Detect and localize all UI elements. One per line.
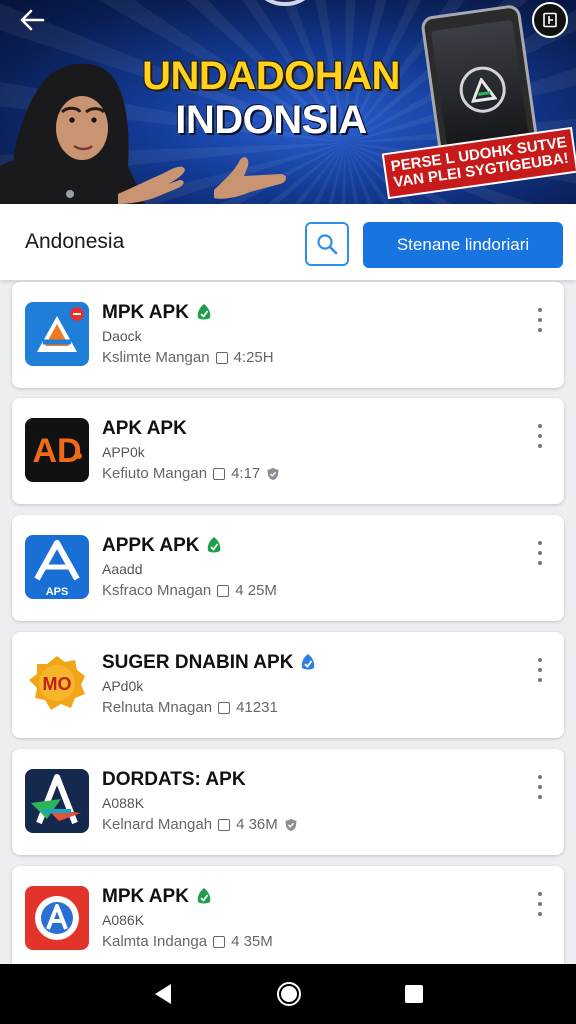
more-options-icon[interactable] [534, 424, 546, 448]
app-subtitle: A088K [102, 795, 145, 811]
app-name-text: APK APK [102, 418, 187, 439]
app-icon-a-circle [25, 886, 89, 950]
app-list-item[interactable]: MO SUGER DNABIN APK APd0k Relnuta Mnagan… [12, 632, 564, 738]
app-list-item[interactable]: DORDATS: APK A088K Kelnard Mangah 4 36M [12, 749, 564, 855]
app-developer: Kelnard Mangah [102, 816, 213, 833]
system-nav-bar [0, 964, 576, 1024]
svg-text:AD: AD [32, 432, 81, 470]
app-subtitle: APP0k [102, 444, 145, 460]
app-size: 4 36M [236, 816, 278, 833]
app-name-text: SUGER DNABIN APK [102, 652, 294, 673]
app-size: 4:25H [233, 349, 274, 366]
phone-logo-icon [456, 63, 509, 116]
more-options-icon[interactable] [534, 775, 546, 799]
app-name-text: DORDATS: APK [102, 769, 246, 790]
app-title: APK APK [102, 418, 187, 440]
exit-icon [543, 12, 557, 28]
back-arrow-icon [20, 9, 45, 31]
size-box-icon [218, 701, 231, 714]
app-size: 4 35M [231, 933, 273, 950]
app-name-text: MPK APK [102, 886, 189, 907]
app-meta: Kelnard Mangah 4 36M [102, 816, 298, 833]
app-icon-mo: MO [25, 652, 89, 716]
app-list-item[interactable]: MPK APK A086K Kalmta Indanga 4 35M [12, 866, 564, 972]
app-list-item[interactable]: APS APPK APK Aaadd Ksfraco Mnagan 4 25M [12, 515, 564, 621]
nav-back-icon[interactable] [151, 982, 175, 1006]
search-button[interactable] [305, 222, 349, 266]
size-box-icon [213, 935, 226, 948]
app-list-item[interactable]: AD APK APK APP0k Kefiuto Mangan 4:17 [12, 398, 564, 504]
hero-banner: UNDADOHAN INDONSIA PERSE L UDOHK SUTVE V… [0, 0, 576, 204]
more-options-icon[interactable] [534, 541, 546, 565]
app-title: APPK APK [102, 535, 223, 557]
app-title: MPK APK [102, 886, 213, 908]
app-meta: Ksfraco Mnagan 4 25M [102, 582, 277, 599]
nav-home-icon[interactable] [276, 981, 302, 1007]
app-subtitle: Daock [102, 328, 142, 344]
banner-headline: UNDADOHAN INDONSIA [126, 56, 416, 140]
app-icon-ad: AD [25, 418, 89, 482]
hand-left-image [118, 166, 185, 204]
app-icon-aps: APS [25, 535, 89, 599]
app-subtitle: A086K [102, 912, 145, 928]
app-developer: Relnuta Mnagan [102, 699, 213, 716]
app-subtitle: Aaadd [102, 561, 143, 577]
verified-leaf-icon [208, 537, 221, 553]
app-title: SUGER DNABIN APK [102, 652, 317, 674]
back-button[interactable] [14, 6, 50, 34]
app-name-text: APPK APK [102, 535, 200, 556]
hand-right-image [214, 157, 286, 199]
app-size: 41231 [236, 699, 278, 716]
primary-action-button[interactable]: Stenane lindoriari [363, 222, 563, 268]
page-title: Andonesia [25, 230, 125, 253]
headline-line2: INDONSIA [175, 98, 367, 142]
app-developer: Ksfraco Mnagan [102, 582, 212, 599]
headline-line1: UNDADOHAN [142, 54, 400, 98]
search-icon [317, 234, 338, 255]
app-icon-dordats [25, 769, 89, 833]
app-name-text: MPK APK [102, 302, 189, 323]
size-box-icon [218, 818, 231, 831]
more-options-icon[interactable] [534, 658, 546, 682]
app-list-item[interactable]: MPK APK Daock Kslimte Mangan 4:25H [12, 282, 564, 388]
more-options-icon[interactable] [534, 308, 546, 332]
shield-check-icon [267, 467, 279, 480]
app-subtitle: APd0k [102, 678, 144, 694]
app-size: 4:17 [231, 465, 261, 482]
verified-leaf-icon [197, 304, 211, 320]
toolbar: Andonesia Stenane lindoriari [0, 204, 576, 280]
verified-leaf-icon [302, 654, 315, 670]
nav-recents-icon[interactable] [403, 983, 425, 1005]
size-box-icon [215, 351, 228, 364]
app-developer: Kalmta Indanga [102, 933, 208, 950]
shield-check-icon [285, 818, 297, 831]
exit-button[interactable] [532, 2, 568, 38]
svg-text:MO: MO [43, 674, 72, 694]
app-developer: Kslimte Mangan [102, 349, 210, 366]
verified-leaf-icon [197, 888, 211, 904]
app-developer: Kefiuto Mangan [102, 465, 208, 482]
app-title: DORDATS: APK [102, 769, 246, 791]
size-box-icon [217, 584, 230, 597]
more-options-icon[interactable] [534, 892, 546, 916]
app-meta: Kefiuto Mangan 4:17 [102, 465, 280, 482]
app-size: 4 25M [235, 582, 277, 599]
size-box-icon [213, 467, 226, 480]
app-title: MPK APK [102, 302, 213, 324]
app-meta: Kslimte Mangan 4:25H [102, 349, 274, 366]
app-meta: Relnuta Mnagan 41231 [102, 699, 278, 716]
app-icon-triangle-a [25, 302, 89, 366]
svg-text:APS: APS [46, 586, 69, 598]
app-meta: Kalmta Indanga 4 35M [102, 933, 273, 950]
